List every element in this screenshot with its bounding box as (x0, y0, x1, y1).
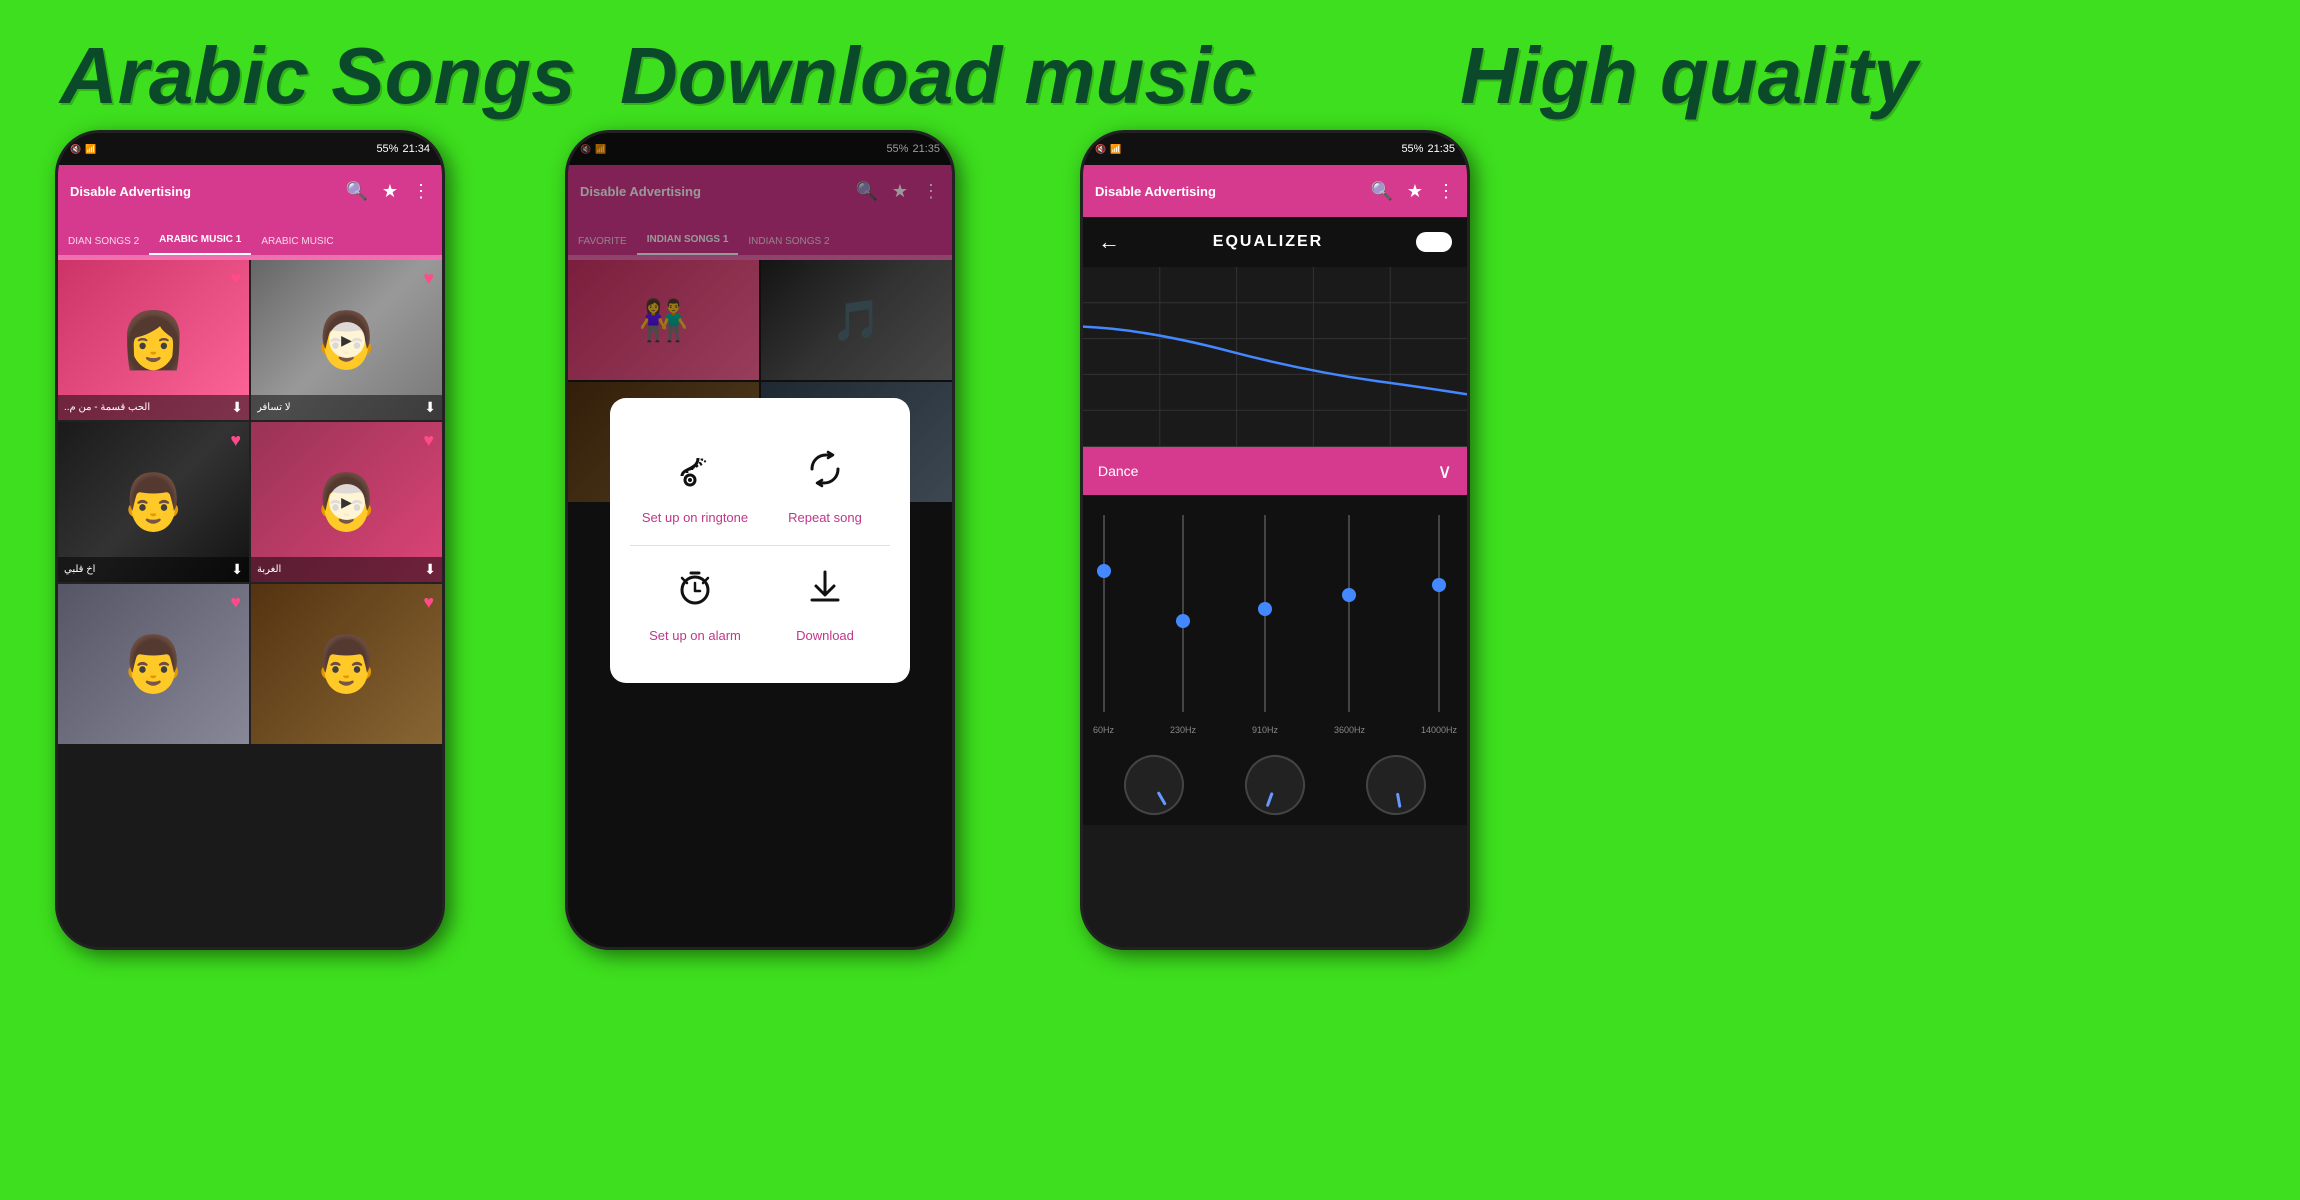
download-popup-icon (804, 566, 846, 618)
download-btn-2[interactable]: ⬇ (424, 399, 436, 416)
title-download-music: Download music (620, 30, 1256, 122)
eq-preset-arrow: ∨ (1437, 459, 1452, 484)
tab-arabic-music-2[interactable]: ARABIC MUSIC (251, 236, 343, 255)
time-right: 21:35 (1427, 143, 1455, 155)
song-title-4: الغربة (257, 564, 281, 575)
more-icon[interactable]: ⋮ (412, 181, 430, 202)
popup-download[interactable]: Download (760, 546, 890, 663)
eq-slider-14000hz[interactable]: 14000Hz (1421, 515, 1457, 735)
eq-freq-230: 230Hz (1170, 725, 1196, 735)
eq-freq-60: 60Hz (1093, 725, 1114, 735)
heart-icon-1[interactable]: ♥ (230, 268, 241, 289)
popup-alarm[interactable]: Set up on alarm (630, 546, 760, 663)
song-item-5[interactable]: 👨 ♥ (58, 584, 249, 744)
download-label: Download (796, 628, 854, 643)
phone-arabic-songs: 🔇 📶 55% 21:34 Disable Advertising 🔍 ★ ⋮ … (55, 130, 445, 950)
heart-icon-5[interactable]: ♥ (230, 592, 241, 613)
eq-header: ← EQUALIZER (1083, 217, 1467, 267)
ringtone-icon (674, 448, 716, 500)
star-icon[interactable]: ★ (382, 181, 398, 202)
play-btn-2[interactable]: ▶ (329, 322, 365, 358)
status-bar-left: 🔇 📶 55% 21:34 (58, 133, 442, 165)
heart-icon-2[interactable]: ♥ (423, 268, 434, 289)
song-grid-left: 👩 ♥ الحب قسمة - من م.. ⬇ 👨 ♥ ▶ لا تسافر … (58, 260, 442, 744)
download-btn-1[interactable]: ⬇ (231, 399, 243, 416)
alarm-label: Set up on alarm (649, 628, 741, 643)
repeat-label: Repeat song (788, 510, 862, 525)
eq-slider-910hz[interactable]: 910Hz (1252, 515, 1278, 735)
eq-slider-60hz[interactable]: 60Hz (1093, 515, 1114, 735)
eq-chart (1083, 267, 1467, 447)
eq-slider-3600hz[interactable]: 3600Hz (1334, 515, 1365, 735)
app-title-right: Disable Advertising (1095, 184, 1360, 199)
status-bar-right: 🔇 📶 55% 21:35 (1083, 133, 1467, 165)
title-high-quality: High quality (1460, 30, 1918, 122)
eq-knob-3[interactable] (1362, 750, 1432, 820)
eq-preset[interactable]: Dance ∨ (1083, 447, 1467, 495)
phone-download: 🔇 📶 55% 21:35 Disable Advertising 🔍 ★ ⋮ … (565, 130, 955, 950)
download-btn-3[interactable]: ⬇ (231, 561, 243, 578)
song-item-3[interactable]: 👨 ♥ اخ قلبي ⬇ (58, 422, 249, 582)
app-bar-left: Disable Advertising 🔍 ★ ⋮ (58, 165, 442, 217)
download-btn-4[interactable]: ⬇ (424, 561, 436, 578)
title-arabic-songs: Arabic Songs (60, 30, 576, 122)
eq-knob-1[interactable] (1113, 744, 1195, 826)
song-item-2[interactable]: 👨 ♥ ▶ لا تسافر ⬇ (251, 260, 442, 420)
popup-overlay: Set up on ringtone Repeat song (568, 133, 952, 947)
tab-dian-songs[interactable]: DIAN SONGS 2 (58, 236, 149, 255)
eq-knobs (1083, 745, 1467, 825)
heart-icon-3[interactable]: ♥ (230, 430, 241, 451)
search-icon-right[interactable]: 🔍 (1370, 181, 1392, 202)
alarm-icon (674, 566, 716, 618)
app-title-left: Disable Advertising (70, 184, 335, 199)
more-icon-right[interactable]: ⋮ (1437, 181, 1455, 202)
eq-freq-3600: 3600Hz (1334, 725, 1365, 735)
tab-arabic-music-1[interactable]: ARABIC MUSIC 1 (149, 234, 251, 255)
song-item-1[interactable]: 👩 ♥ الحب قسمة - من م.. ⬇ (58, 260, 249, 420)
eq-slider-230hz[interactable]: 230Hz (1170, 515, 1196, 735)
battery-left: 55% (376, 143, 398, 155)
song-title-2: لا تسافر (257, 402, 291, 413)
eq-toggle[interactable] (1416, 232, 1452, 252)
popup-card: Set up on ringtone Repeat song (610, 398, 910, 683)
heart-icon-4[interactable]: ♥ (423, 430, 434, 451)
star-icon-right[interactable]: ★ (1407, 181, 1423, 202)
eq-preset-label: Dance (1098, 463, 1138, 479)
app-bar-right: Disable Advertising 🔍 ★ ⋮ (1083, 165, 1467, 217)
song-item-6[interactable]: 👨 ♥ (251, 584, 442, 744)
ringtone-label: Set up on ringtone (642, 510, 748, 525)
phone-equalizer: 🔇 📶 55% 21:35 Disable Advertising 🔍 ★ ⋮ … (1080, 130, 1470, 950)
heart-icon-6[interactable]: ♥ (423, 592, 434, 613)
battery-right: 55% (1401, 143, 1423, 155)
popup-repeat[interactable]: Repeat song (760, 428, 890, 545)
eq-sliders: 60Hz 230Hz 910Hz 3600Hz (1083, 495, 1467, 745)
song-title-1: الحب قسمة - من م.. (64, 402, 150, 413)
repeat-icon (804, 448, 846, 500)
back-button[interactable]: ← (1098, 229, 1120, 255)
song-title-3: اخ قلبي (64, 564, 95, 575)
popup-ringtone[interactable]: Set up on ringtone (630, 428, 760, 545)
time-left: 21:34 (402, 143, 430, 155)
play-btn-4[interactable]: ▶ (329, 484, 365, 520)
search-icon[interactable]: 🔍 (345, 181, 367, 202)
eq-freq-910: 910Hz (1252, 725, 1278, 735)
song-item-4[interactable]: 👨 ♥ ▶ الغربة ⬇ (251, 422, 442, 582)
eq-title: EQUALIZER (1130, 233, 1406, 251)
tabs-left: DIAN SONGS 2 ARABIC MUSIC 1 ARABIC MUSIC (58, 217, 442, 257)
eq-freq-14000: 14000Hz (1421, 725, 1457, 735)
eq-knob-2[interactable] (1237, 747, 1314, 824)
